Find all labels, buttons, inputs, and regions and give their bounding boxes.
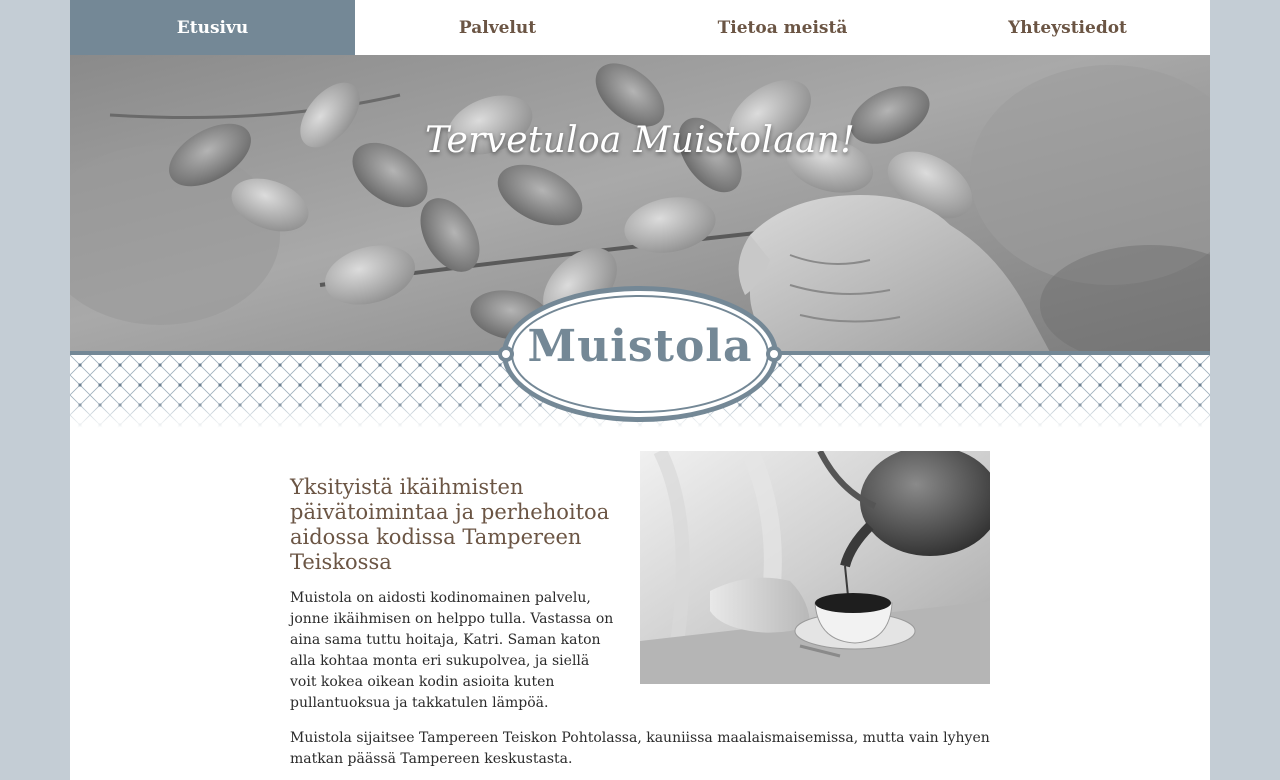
main-nav: Etusivu Palvelut Tietoa meistä Yhteystie… xyxy=(70,0,1210,55)
nav-item-tietoa-meista[interactable]: Tietoa meistä xyxy=(640,0,925,55)
coffee-photo xyxy=(640,451,990,684)
page-heading: Yksityistä ikäihmisten päivätoimintaa ja… xyxy=(290,475,610,574)
page: Etusivu Palvelut Tietoa meistä Yhteystie… xyxy=(70,0,1210,780)
nav-item-etusivu[interactable]: Etusivu xyxy=(70,0,355,55)
coffee-image xyxy=(640,451,990,684)
nav-item-palvelut[interactable]: Palvelut xyxy=(355,0,640,55)
logo-text: Muistola xyxy=(527,321,753,372)
hero-title: Tervetuloa Muistolaan! xyxy=(425,120,855,161)
location-paragraph: Muistola sijaitsee Tampereen Teiskon Poh… xyxy=(290,730,990,767)
muistola-logo[interactable]: Muistola xyxy=(498,283,782,425)
intro-paragraph: Muistola on aidosti kodinomainen palvelu… xyxy=(290,590,614,711)
nav-item-yhteystiedot[interactable]: Yhteystiedot xyxy=(925,0,1210,55)
